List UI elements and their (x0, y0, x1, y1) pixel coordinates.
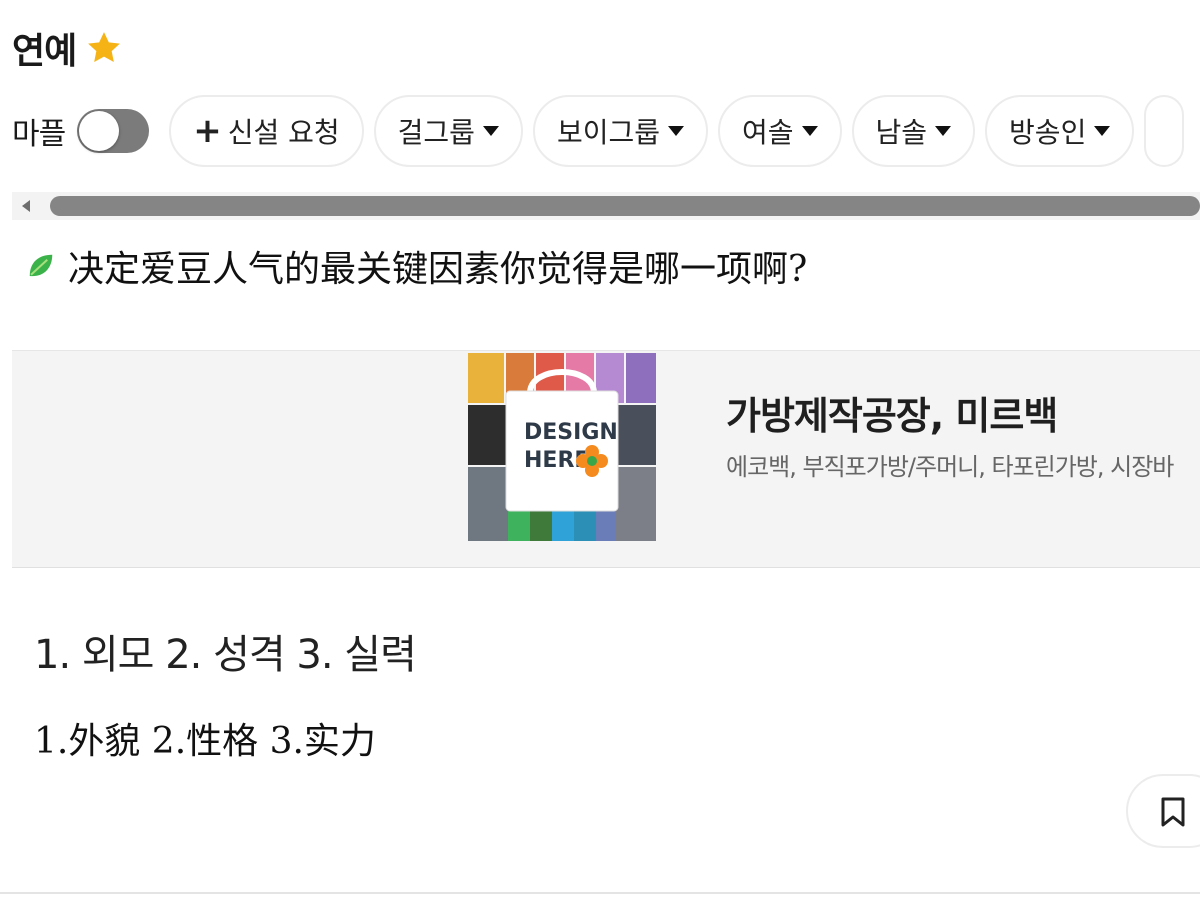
chip-label: 걸그룹 (397, 116, 475, 149)
chip-boy-group[interactable]: 보이그룹 (532, 95, 708, 167)
divider (0, 892, 1200, 894)
star-icon[interactable] (84, 28, 124, 68)
bookmark-icon (1161, 797, 1185, 827)
caret-down-icon (1094, 126, 1111, 136)
chip-male-solo[interactable]: 남솔 (851, 95, 976, 167)
ad-banner[interactable]: DESIGN HERE 가방제작공장, 미르백 에코백, 부직포가방/주머니, … (12, 350, 1200, 568)
post-question: 决定爱豆人气的最关键因素你觉得是哪一项啊? (26, 240, 807, 292)
ad-description: 에코백, 부직포가방/주머니, 타포린가방, 시장바 (726, 453, 1174, 481)
chip-more[interactable] (1144, 95, 1185, 167)
caret-down-icon (482, 126, 499, 136)
chip-label: 여솔 (741, 116, 794, 149)
caret-down-icon (801, 126, 818, 136)
caret-down-icon (667, 126, 684, 136)
tote-bag-ad-image: DESIGN HERE (468, 351, 656, 543)
mapl-toggle[interactable] (77, 109, 150, 153)
chip-label: 보이그룹 (556, 116, 660, 149)
bookmark-button[interactable] (1126, 774, 1200, 848)
plus-icon: + (193, 111, 222, 151)
category-filter-bar: 마플 + 신설 요청 걸그룹 보이그룹 여솔 남솔 방송인 (12, 92, 1200, 170)
leaf-icon (29, 254, 53, 277)
chip-female-solo[interactable]: 여솔 (717, 95, 842, 167)
chip-girl-group[interactable]: 걸그룹 (373, 95, 523, 167)
request-label: 신설 요청 (227, 116, 340, 149)
korean-options-text: 1. 외모 2. 성격 3. 실력 (34, 632, 417, 678)
scroll-left-arrow-icon[interactable] (22, 200, 30, 212)
question-text: 决定爱豆人气的最关键因素你觉得是哪一项啊? (68, 249, 808, 290)
scrollbar-thumb[interactable] (50, 196, 1200, 216)
chip-label: 방송인 (1009, 116, 1087, 149)
board-title: 연예 (12, 31, 77, 72)
toggle-knob (79, 111, 120, 151)
mapl-label: 마플 (12, 117, 66, 152)
ad-title[interactable]: 가방제작공장, 미르백 (726, 385, 1058, 440)
board-header: 연예 (12, 22, 124, 74)
chip-label: 남솔 (875, 116, 928, 149)
ad-image-text-line1: DESIGN (524, 420, 618, 445)
horizontal-scrollbar[interactable] (12, 192, 1200, 220)
request-new-category-button[interactable]: + 신설 요청 (169, 95, 364, 167)
caret-down-icon (935, 126, 952, 136)
chip-broadcaster[interactable]: 방송인 (985, 95, 1135, 167)
chinese-options-text: 1.外貌 2.性格 3.实力 (34, 721, 376, 762)
